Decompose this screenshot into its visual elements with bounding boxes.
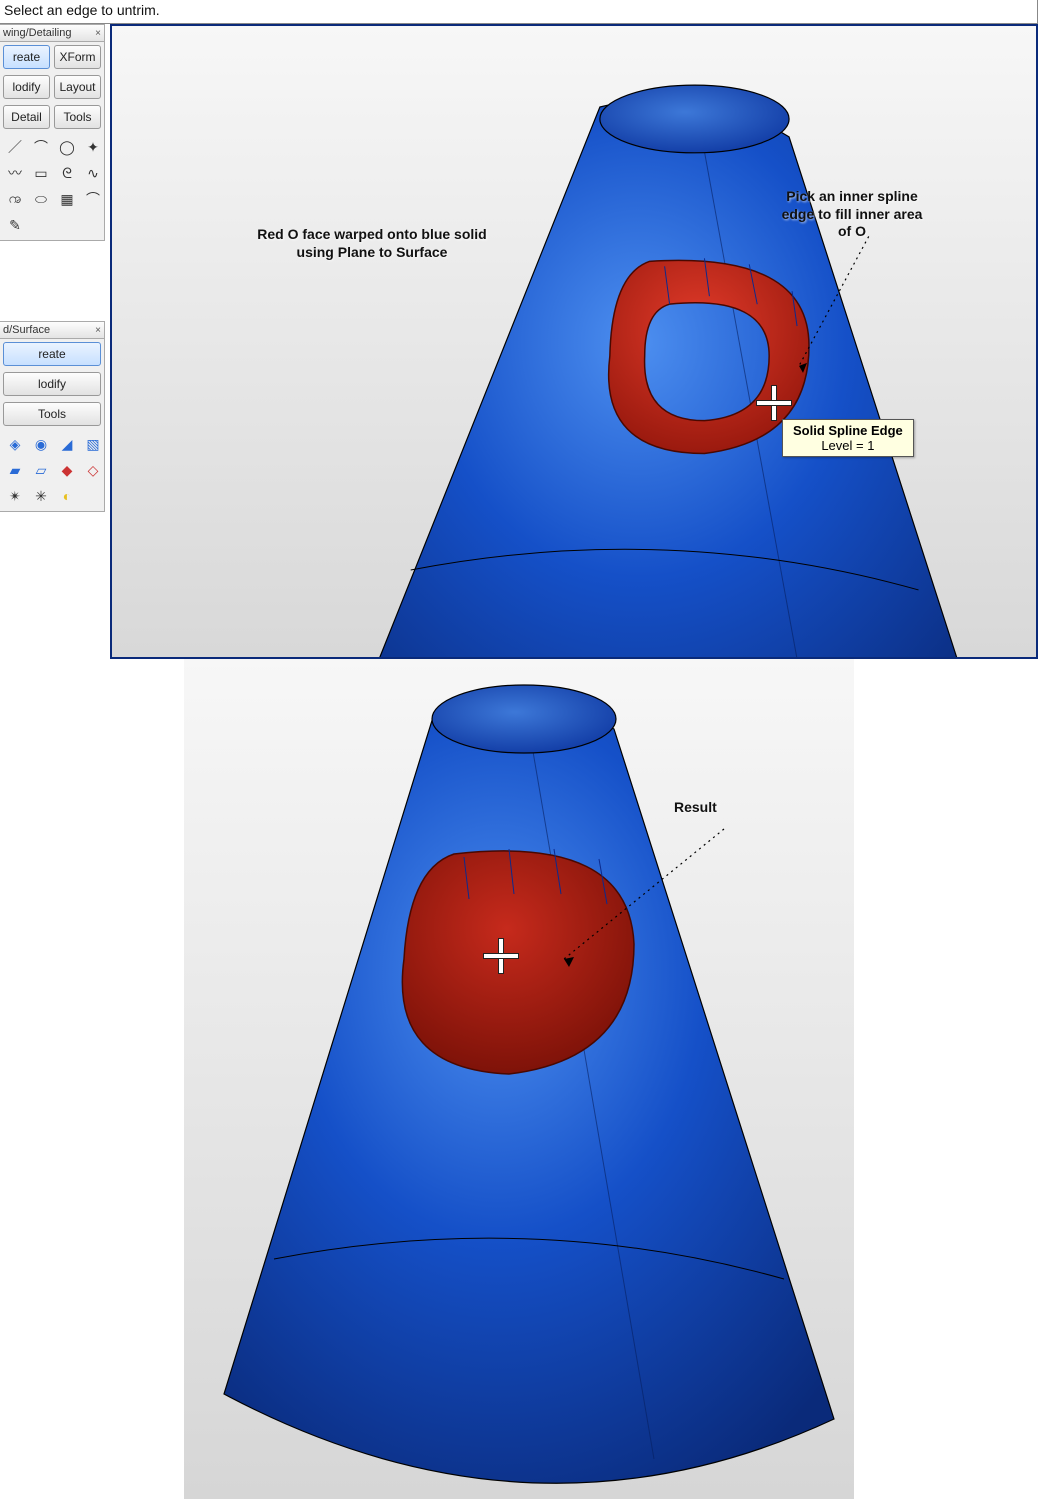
- cone-scene-bottom: [184, 659, 854, 1499]
- axis-icon[interactable]: ✴: [3, 484, 27, 508]
- patch-icon[interactable]: ◆: [55, 458, 79, 482]
- solid-tool-grid: ◈ ◉ ◢ ▧ ▰ ▱ ◆ ◇ ✴ ✳ ◐: [0, 429, 104, 511]
- close-icon[interactable]: ×: [95, 325, 101, 336]
- drawing-tab-tools[interactable]: Tools: [54, 105, 101, 129]
- solid-tab-modify[interactable]: lodify: [3, 372, 101, 396]
- sketch-icon[interactable]: ✎: [3, 213, 27, 237]
- tooltip-line1: Solid Spline Edge: [793, 423, 903, 438]
- close-icon[interactable]: ×: [95, 28, 101, 39]
- arc2-icon[interactable]: ⌒: [81, 187, 105, 211]
- drawing-tab-create[interactable]: reate: [3, 45, 50, 69]
- curve-icon[interactable]: ᘓ: [55, 161, 79, 185]
- sweep-icon[interactable]: ◢: [55, 432, 79, 456]
- drawing-detailing-panel: wing/Detailing × reate XForm lodify Layo…: [0, 24, 105, 241]
- arc-icon[interactable]: ⌒: [29, 135, 53, 159]
- wave-icon[interactable]: ∿: [81, 161, 105, 185]
- annotation-pick: Pick an inner splineedge to fill inner a…: [752, 188, 952, 241]
- drawing-tab-layout[interactable]: Layout: [54, 75, 101, 99]
- drawing-tool-grid: ／ ⌒ ◯ ✦ 〰 ▭ ᘓ ∿ ꩠ ⬭ ▦ ⌒ ✎: [0, 132, 104, 240]
- viewport-bottom[interactable]: Result: [184, 659, 854, 1499]
- solid-tab-tools[interactable]: Tools: [3, 402, 101, 426]
- spline-icon[interactable]: 〰: [3, 161, 27, 185]
- drawing-tab-modify[interactable]: lodify: [3, 75, 50, 99]
- blend-icon[interactable]: ◇: [81, 458, 105, 482]
- drawing-tab-detail[interactable]: Detail: [3, 105, 50, 129]
- panel-title-drawing: wing/Detailing ×: [0, 25, 104, 42]
- viewport-top[interactable]: Red O face warped onto blue solidusing P…: [110, 24, 1038, 659]
- loft-icon[interactable]: ▧: [81, 432, 105, 456]
- panel-title-drawing-text: wing/Detailing: [3, 27, 71, 39]
- panel-title-solid: d/Surface ×: [0, 322, 104, 339]
- annotation-result: Result: [674, 799, 717, 817]
- drawing-tab-xform[interactable]: XForm: [54, 45, 101, 69]
- panel-title-solid-text: d/Surface: [3, 324, 50, 336]
- ellipse-icon[interactable]: ⬭: [29, 187, 53, 211]
- prompt-bar: Select an edge to untrim.: [0, 0, 1038, 24]
- revolve-icon[interactable]: ◉: [29, 432, 53, 456]
- solid-surface-panel: d/Surface × reate lodify Tools ◈ ◉ ◢ ▧ ▰…: [0, 321, 105, 512]
- solid-tab-create[interactable]: reate: [3, 342, 101, 366]
- helix-icon[interactable]: ꩠ: [3, 187, 27, 211]
- box-icon[interactable]: ▰: [3, 458, 27, 482]
- circle-icon[interactable]: ◯: [55, 135, 79, 159]
- rect-icon[interactable]: ▭: [29, 161, 53, 185]
- point-icon[interactable]: ✦: [81, 135, 105, 159]
- surf-icon[interactable]: ▱: [29, 458, 53, 482]
- extrude-icon[interactable]: ◈: [3, 432, 27, 456]
- axis2-icon[interactable]: ✳: [29, 484, 53, 508]
- annotation-warp: Red O face warped onto blue solidusing P…: [222, 226, 522, 261]
- side-panels: wing/Detailing × reate XForm lodify Layo…: [0, 24, 105, 659]
- grid-icon[interactable]: ▦: [55, 187, 79, 211]
- lower-area: Result: [0, 659, 1038, 1499]
- light-icon[interactable]: ◐: [55, 484, 79, 508]
- prompt-text: Select an edge to untrim.: [4, 2, 160, 18]
- line-icon[interactable]: ／: [3, 135, 27, 159]
- cone-scene-top: [112, 26, 1036, 657]
- top-area: wing/Detailing × reate XForm lodify Layo…: [0, 24, 1038, 659]
- tooltip-line2: Level = 1: [793, 438, 903, 453]
- tooltip: Solid Spline Edge Level = 1: [782, 419, 914, 457]
